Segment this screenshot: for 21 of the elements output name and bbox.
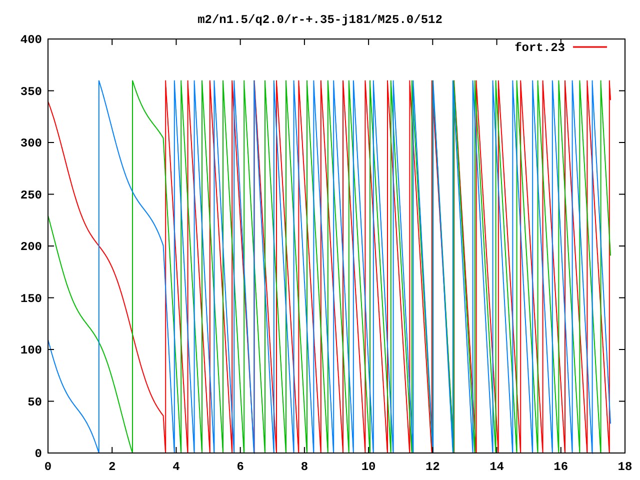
x-tick-label: 0 [44, 460, 52, 474]
x-tick-label: 18 [618, 460, 632, 474]
x-tick-label: 2 [108, 460, 116, 474]
y-tick-label: 350 [20, 84, 42, 99]
y-tick-label: 200 [20, 240, 42, 254]
x-tick-label: 14 [490, 460, 504, 474]
y-tick-label: 100 [20, 344, 42, 358]
y-tick-label: 150 [20, 292, 42, 306]
x-tick-label: 6 [236, 460, 244, 474]
y-tick-label: 250 [20, 188, 42, 202]
y-tick-label: 300 [20, 136, 42, 150]
chart-title: m2/n1.5/q2.0/r-+.35-j181/M25.0/512 [198, 13, 442, 27]
x-tick-label: 8 [300, 460, 308, 474]
y-tick-label: 50 [28, 395, 42, 410]
legend-label: fort.23 [514, 41, 565, 55]
y-tick-label: 0 [34, 447, 42, 461]
x-tick-label: 4 [172, 460, 180, 474]
x-tick-label: 16 [554, 460, 568, 474]
x-tick-label: 12 [425, 460, 440, 474]
y-tick-label: 400 [20, 33, 42, 47]
x-tick-label: 10 [361, 460, 376, 474]
